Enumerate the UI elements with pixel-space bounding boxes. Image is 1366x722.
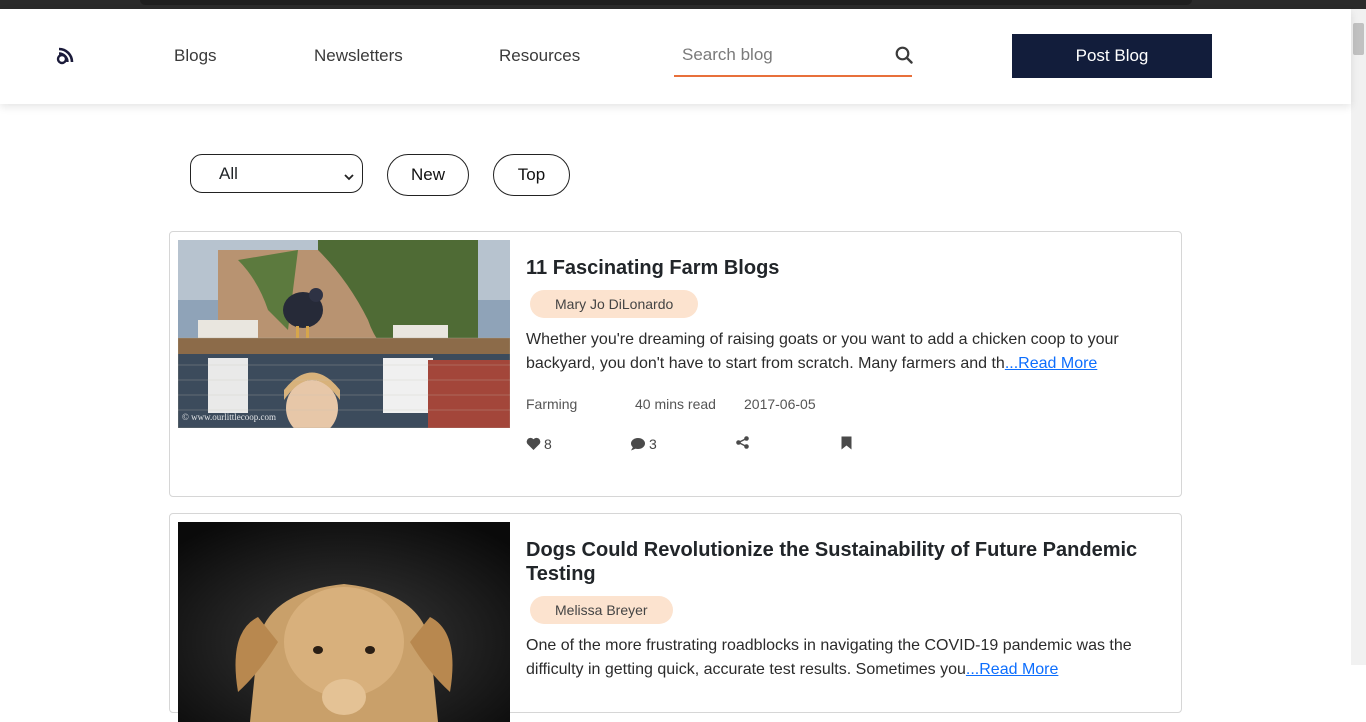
comment-button[interactable]: 3 [630, 436, 657, 452]
image-watermark: © www.ourlittlecoop.com [182, 412, 276, 422]
bookmark-button[interactable] [841, 436, 852, 450]
search-box [674, 34, 913, 77]
read-more-link[interactable]: ...Read More [966, 661, 1058, 678]
like-count: 8 [544, 436, 552, 452]
post-excerpt: One of the more frustrating roadblocks i… [526, 634, 1156, 682]
navbar: Blogs Newsletters Resources Post Blog [0, 9, 1351, 104]
post-date: 2017-06-05 [744, 396, 816, 412]
author-badge[interactable]: Melissa Breyer [530, 596, 673, 624]
filter-new-button[interactable]: New [387, 154, 469, 196]
blog-card[interactable]: Dogs Could Revolutionize the Sustainabil… [169, 513, 1182, 722]
search-input[interactable] [682, 45, 882, 65]
page-scrollbar[interactable] [1351, 9, 1366, 665]
author-badge[interactable]: Mary Jo DiLonardo [530, 290, 699, 318]
post-thumbnail[interactable] [178, 522, 510, 722]
category-select-value: All [219, 163, 238, 183]
share-button[interactable] [736, 436, 749, 449]
nav-link-newsletters[interactable]: Newsletters [314, 46, 403, 66]
post-thumbnail[interactable]: © www.ourlittlecoop.com [178, 240, 510, 428]
comment-count: 3 [649, 436, 657, 452]
filter-top-button[interactable]: Top [493, 154, 570, 196]
search-icon[interactable] [895, 46, 913, 64]
post-category[interactable]: Farming [526, 396, 577, 412]
heart-icon [526, 437, 541, 450]
post-title[interactable]: 11 Fascinating Farm Blogs [526, 256, 1146, 280]
like-button[interactable]: 8 [526, 436, 552, 452]
post-blog-button[interactable]: Post Blog [1012, 34, 1212, 78]
top-pill [140, 0, 1192, 5]
nav-link-resources[interactable]: Resources [499, 46, 580, 66]
chevron-down-icon [344, 167, 354, 181]
read-more-link[interactable]: ...Read More [1005, 355, 1097, 372]
share-icon [736, 436, 749, 449]
blog-card[interactable]: © www.ourlittlecoop.com 11 Fascinating F… [169, 231, 1182, 497]
logo-icon[interactable] [56, 45, 76, 65]
post-read-time: 40 mins read [635, 396, 716, 412]
post-excerpt: Whether you're dreaming of raising goats… [526, 328, 1156, 376]
post-title[interactable]: Dogs Could Revolutionize the Sustainabil… [526, 538, 1146, 586]
browser-top-strip [0, 0, 1366, 9]
nav-link-blogs[interactable]: Blogs [174, 46, 217, 66]
category-select[interactable]: All [190, 154, 363, 193]
bookmark-icon [841, 436, 852, 450]
scrollbar-thumb[interactable] [1353, 23, 1364, 55]
comment-icon [631, 438, 645, 451]
